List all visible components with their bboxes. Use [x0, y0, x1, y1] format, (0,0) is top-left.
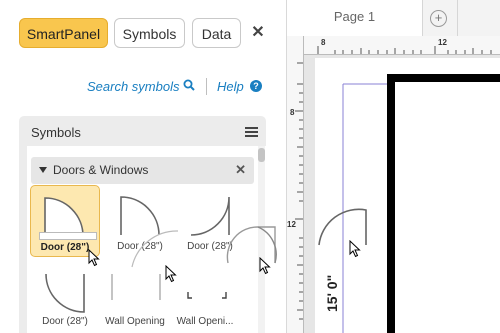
mouse-cursor-icon [349, 240, 361, 258]
symbol-label: Wall Openi... [176, 316, 234, 327]
mouse-cursor-icon [88, 249, 100, 267]
drawing-area: Page 1 + 8 12 8 12 15' 0" [287, 0, 500, 333]
door-threshold [39, 232, 97, 240]
library-title: Doors & Windows [53, 163, 149, 177]
divider [206, 78, 207, 95]
search-icon[interactable] [183, 79, 195, 94]
symbol-label: Wall Opening [105, 316, 165, 327]
ruler-label: 8 [290, 108, 295, 117]
drawing-page[interactable] [315, 58, 500, 333]
symbol-door-28[interactable]: Door (28") [30, 260, 100, 332]
search-symbols-link[interactable]: Search symbols [87, 79, 179, 94]
tab-page-1[interactable]: Page 1 [287, 0, 423, 36]
symbol-door-28-selected[interactable]: Door (28") [30, 185, 100, 257]
help-icon[interactable]: ? [250, 80, 262, 92]
ruler-label: 8 [321, 38, 326, 47]
tab-smartpanel[interactable]: SmartPanel [19, 18, 108, 48]
divider [457, 0, 458, 36]
symbol-label: Door (28") [42, 316, 88, 327]
menu-icon[interactable] [245, 127, 258, 137]
drag-ghost [131, 226, 277, 268]
smartpanel-sidebar: SmartPanel Symbols Data ✕ Search symbols… [0, 0, 287, 333]
ruler-label: 12 [438, 38, 447, 47]
tab-symbols[interactable]: Symbols [114, 18, 185, 48]
ruler-label: 12 [287, 220, 296, 229]
close-library-icon[interactable]: ✕ [235, 162, 246, 178]
tab-data[interactable]: Data [192, 18, 241, 48]
collapse-triangle-icon[interactable] [39, 167, 47, 173]
page-tab-bar: Page 1 + [287, 0, 500, 37]
dimension-label[interactable]: 15' 0" [324, 275, 340, 312]
add-page-icon[interactable]: + [430, 10, 447, 27]
close-icon[interactable]: ✕ [249, 22, 267, 44]
door-swing-icon [45, 273, 85, 313]
help-link[interactable]: Help [217, 79, 244, 94]
scrollbar-thumb[interactable] [258, 148, 265, 162]
floorplan-drawing [318, 74, 500, 333]
vertical-ruler[interactable]: 8 12 [287, 36, 304, 333]
mouse-cursor-icon [259, 257, 271, 275]
library-header-doors-windows[interactable]: Doors & Windows ✕ [31, 157, 254, 184]
mouse-cursor-icon [165, 265, 177, 283]
horizontal-ruler[interactable]: 8 12 [303, 36, 500, 55]
symbols-panel-title: Symbols [31, 125, 81, 140]
